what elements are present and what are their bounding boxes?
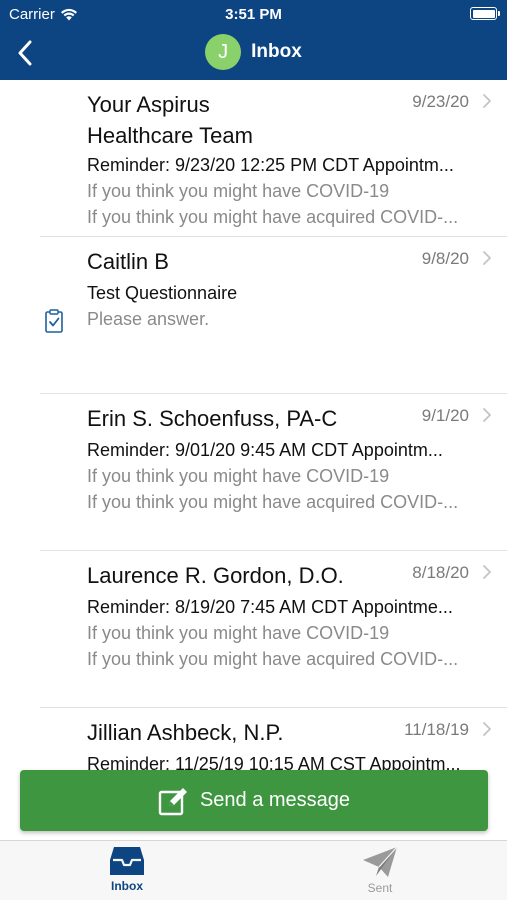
- nav-title-group: J Inbox: [0, 34, 507, 70]
- chevron-right-icon: [483, 722, 491, 736]
- send-message-button[interactable]: Send a message: [20, 770, 488, 831]
- chevron-right-icon: [483, 94, 491, 108]
- message-subject: Reminder: 9/23/20 12:25 PM CDT Appointm.…: [87, 155, 454, 175]
- message-sender: Your Aspirus Healthcare Team: [87, 89, 387, 151]
- message-date: 8/18/20: [412, 563, 469, 582]
- message-date: 9/23/20: [412, 92, 469, 111]
- message-preview: If you think you might have COVID-19: [87, 466, 390, 486]
- message-preview: If you think you might have acquired COV…: [87, 207, 459, 227]
- message-date: 11/18/19: [404, 720, 469, 739]
- tab-inbox[interactable]: Inbox: [67, 845, 187, 893]
- status-bar: Carrier 3:51 PM: [0, 0, 507, 28]
- inbox-tray-icon: [110, 847, 144, 875]
- chevron-right-icon: [483, 565, 491, 579]
- message-subject: Reminder: 9/01/20 9:45 AM CDT Appointm..…: [87, 440, 443, 460]
- message-sender: Erin S. Schoenfuss, PA-C: [87, 406, 338, 431]
- battery-icon: [470, 7, 500, 20]
- message-preview: If you think you might have acquired COV…: [87, 492, 459, 512]
- message-preview: If you think you might have COVID-19: [87, 623, 390, 643]
- chevron-right-icon: [483, 408, 491, 422]
- tab-sent[interactable]: Sent: [320, 845, 440, 895]
- message-list[interactable]: Your Aspirus Healthcare Team 9/23/20 Rem…: [0, 80, 507, 840]
- message-row[interactable]: Caitlin B 9/8/20 Test Questionnaire Plea…: [0, 237, 507, 394]
- tab-sent-label: Sent: [367, 881, 393, 895]
- message-sender: Jillian Ashbeck, N.P.: [87, 720, 284, 745]
- send-message-label: Send a message: [199, 789, 351, 811]
- message-preview: If you think you might have acquired COV…: [87, 649, 459, 669]
- questionnaire-clipboard-icon: [45, 309, 63, 333]
- sender-line-1: Your Aspirus: [87, 92, 210, 117]
- status-time: 3:51 PM: [225, 6, 282, 23]
- message-row[interactable]: Laurence R. Gordon, D.O. 8/18/20 Reminde…: [0, 551, 507, 708]
- avatar[interactable]: J: [205, 34, 242, 70]
- message-date: 9/1/20: [421, 406, 469, 425]
- paper-plane-icon: [363, 846, 398, 877]
- message-subject: Test Questionnaire: [87, 283, 238, 303]
- message-preview: Please answer.: [87, 309, 210, 329]
- compose-icon: [158, 787, 187, 815]
- page-title: Inbox: [251, 41, 302, 62]
- tab-inbox-label: Inbox: [111, 879, 143, 893]
- sender-line-2: Healthcare Team: [87, 123, 253, 148]
- navbar: J Inbox: [0, 30, 507, 76]
- message-row[interactable]: Erin S. Schoenfuss, PA-C 9/1/20 Reminder…: [0, 394, 507, 551]
- message-subject: Reminder: 8/19/20 7:45 AM CDT Appointme.…: [87, 597, 453, 617]
- message-sender: Caitlin B: [87, 249, 169, 274]
- chevron-right-icon: [483, 251, 491, 265]
- header: Carrier 3:51 PM J Inbox: [0, 0, 507, 80]
- message-preview: If you think you might have COVID-19: [87, 181, 390, 201]
- message-date: 9/8/20: [421, 249, 469, 268]
- message-sender: Laurence R. Gordon, D.O.: [87, 563, 344, 588]
- tab-bar: Inbox Sent: [0, 840, 507, 900]
- message-row[interactable]: Your Aspirus Healthcare Team 9/23/20 Rem…: [0, 80, 507, 237]
